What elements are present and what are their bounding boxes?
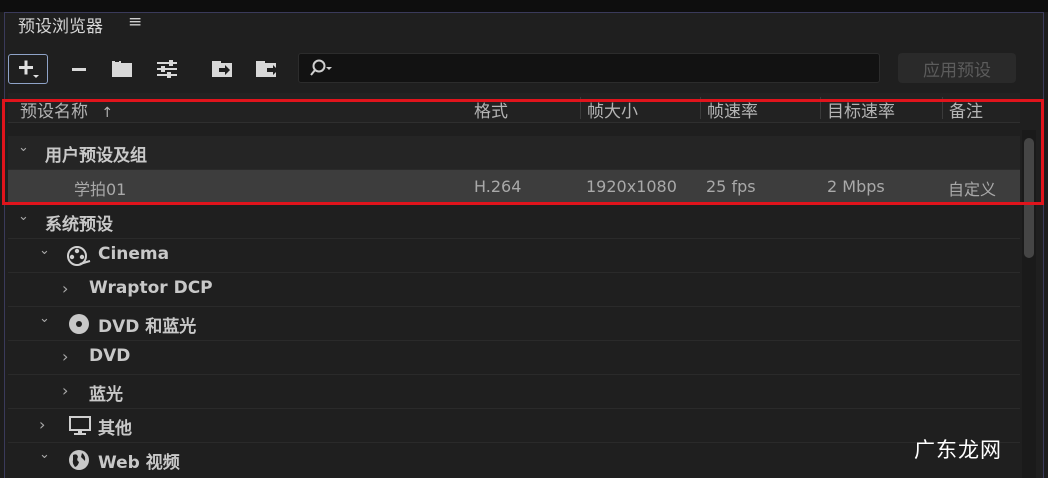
watermark: 广东龙网 <box>914 438 1002 462</box>
preset-settings-button[interactable] <box>150 54 184 84</box>
remove-preset-button[interactable] <box>62 54 96 84</box>
sort-ascending-icon: ↑ <box>101 105 114 121</box>
new-group-button[interactable] <box>106 54 140 84</box>
chevron-down-icon[interactable]: ⌄ <box>39 311 50 326</box>
tree-label: 用户预设及组 <box>45 146 147 166</box>
folder-icon <box>112 60 132 77</box>
preset-frame-size: 1920x1080 <box>586 177 677 196</box>
chevron-right-icon[interactable]: › <box>62 279 68 298</box>
chevron-down-icon[interactable]: ⌄ <box>39 243 50 258</box>
window-top-strip <box>0 0 1048 12</box>
tree-row-bluray[interactable]: › 蓝光 <box>8 375 1020 409</box>
add-preset-button[interactable] <box>8 54 48 84</box>
tree-row-other[interactable]: › 其他 <box>8 409 1020 443</box>
column-header-format[interactable]: 格式 <box>474 97 508 122</box>
tree-row-dvd-bluray[interactable]: ⌄ DVD 和蓝光 <box>8 307 1020 341</box>
column-header-frame-rate[interactable]: 帧速率 <box>700 97 758 122</box>
preset-format: H.264 <box>474 177 522 196</box>
search-icon <box>310 59 332 76</box>
column-header-notes[interactable]: 备注 <box>942 97 983 122</box>
sliders-icon <box>157 60 177 78</box>
plus-icon <box>19 60 39 78</box>
tree-row-user-presets[interactable]: ⌄ 用户预设及组 <box>8 136 1020 170</box>
minus-icon <box>72 68 86 71</box>
tree-label: 蓝光 <box>89 385 123 405</box>
tree-label: Web 视频 <box>98 453 180 473</box>
chevron-right-icon[interactable]: › <box>39 415 45 434</box>
globe-icon <box>69 450 89 470</box>
preset-name: 学拍01 <box>74 180 127 199</box>
tree-label: DVD <box>89 346 131 366</box>
preset-notes: 自定义 <box>948 180 997 199</box>
search-input[interactable] <box>339 57 873 81</box>
table-row-user-preset[interactable]: 学拍01 H.264 1920x1080 25 fps 2 Mbps 自定义 <box>8 170 1020 204</box>
disc-icon <box>69 314 89 334</box>
table-header: 预设名称 ↑ 格式 帧大小 帧速率 目标速率 备注 <box>8 93 1020 123</box>
tree-row-wraptor-dcp[interactable]: › Wraptor DCP <box>8 273 1020 307</box>
tree-label: Wraptor DCP <box>89 278 213 298</box>
monitor-icon <box>69 416 91 435</box>
apply-preset-button[interactable]: 应用预设 <box>898 53 1016 83</box>
scrollbar-thumb[interactable] <box>1024 138 1034 258</box>
tree-label: DVD 和蓝光 <box>98 317 197 337</box>
column-name-label: 预设名称 <box>20 102 88 122</box>
preset-search-box[interactable] <box>298 53 880 83</box>
tree-label: Cinema <box>98 244 170 264</box>
chevron-down-icon[interactable]: ⌄ <box>18 209 29 224</box>
preset-target-rate: 2 Mbps <box>827 177 885 196</box>
chevron-right-icon[interactable]: › <box>62 347 68 366</box>
tree-row-dvd[interactable]: › DVD <box>8 341 1020 375</box>
column-header-name[interactable]: 预设名称 ↑ <box>20 97 113 122</box>
preset-frame-rate: 25 fps <box>706 177 756 196</box>
tree-row-system-presets[interactable]: ⌄ 系统预设 <box>8 205 1020 239</box>
import-preset-button[interactable] <box>206 54 240 84</box>
tree-label: 其他 <box>98 419 132 439</box>
export-folder-icon <box>256 61 278 77</box>
tree-label: 系统预设 <box>45 215 113 235</box>
panel-menu-icon[interactable]: ≡ <box>128 12 142 32</box>
chevron-down-icon[interactable]: ⌄ <box>39 447 50 462</box>
export-preset-button[interactable] <box>250 54 284 84</box>
chevron-down-icon[interactable]: ⌄ <box>18 140 29 155</box>
panel-title: 预设浏览器 <box>18 17 103 37</box>
tree-row-cinema[interactable]: ⌄ Cinema <box>8 239 1020 273</box>
tree-row-web-video[interactable]: ⌄ Web 视频 <box>8 443 1020 477</box>
column-header-target-rate[interactable]: 目标速率 <box>820 97 895 122</box>
chevron-right-icon[interactable]: › <box>62 381 68 400</box>
column-header-frame-size[interactable]: 帧大小 <box>580 97 638 122</box>
import-folder-icon <box>212 61 232 77</box>
film-reel-icon <box>67 246 91 266</box>
